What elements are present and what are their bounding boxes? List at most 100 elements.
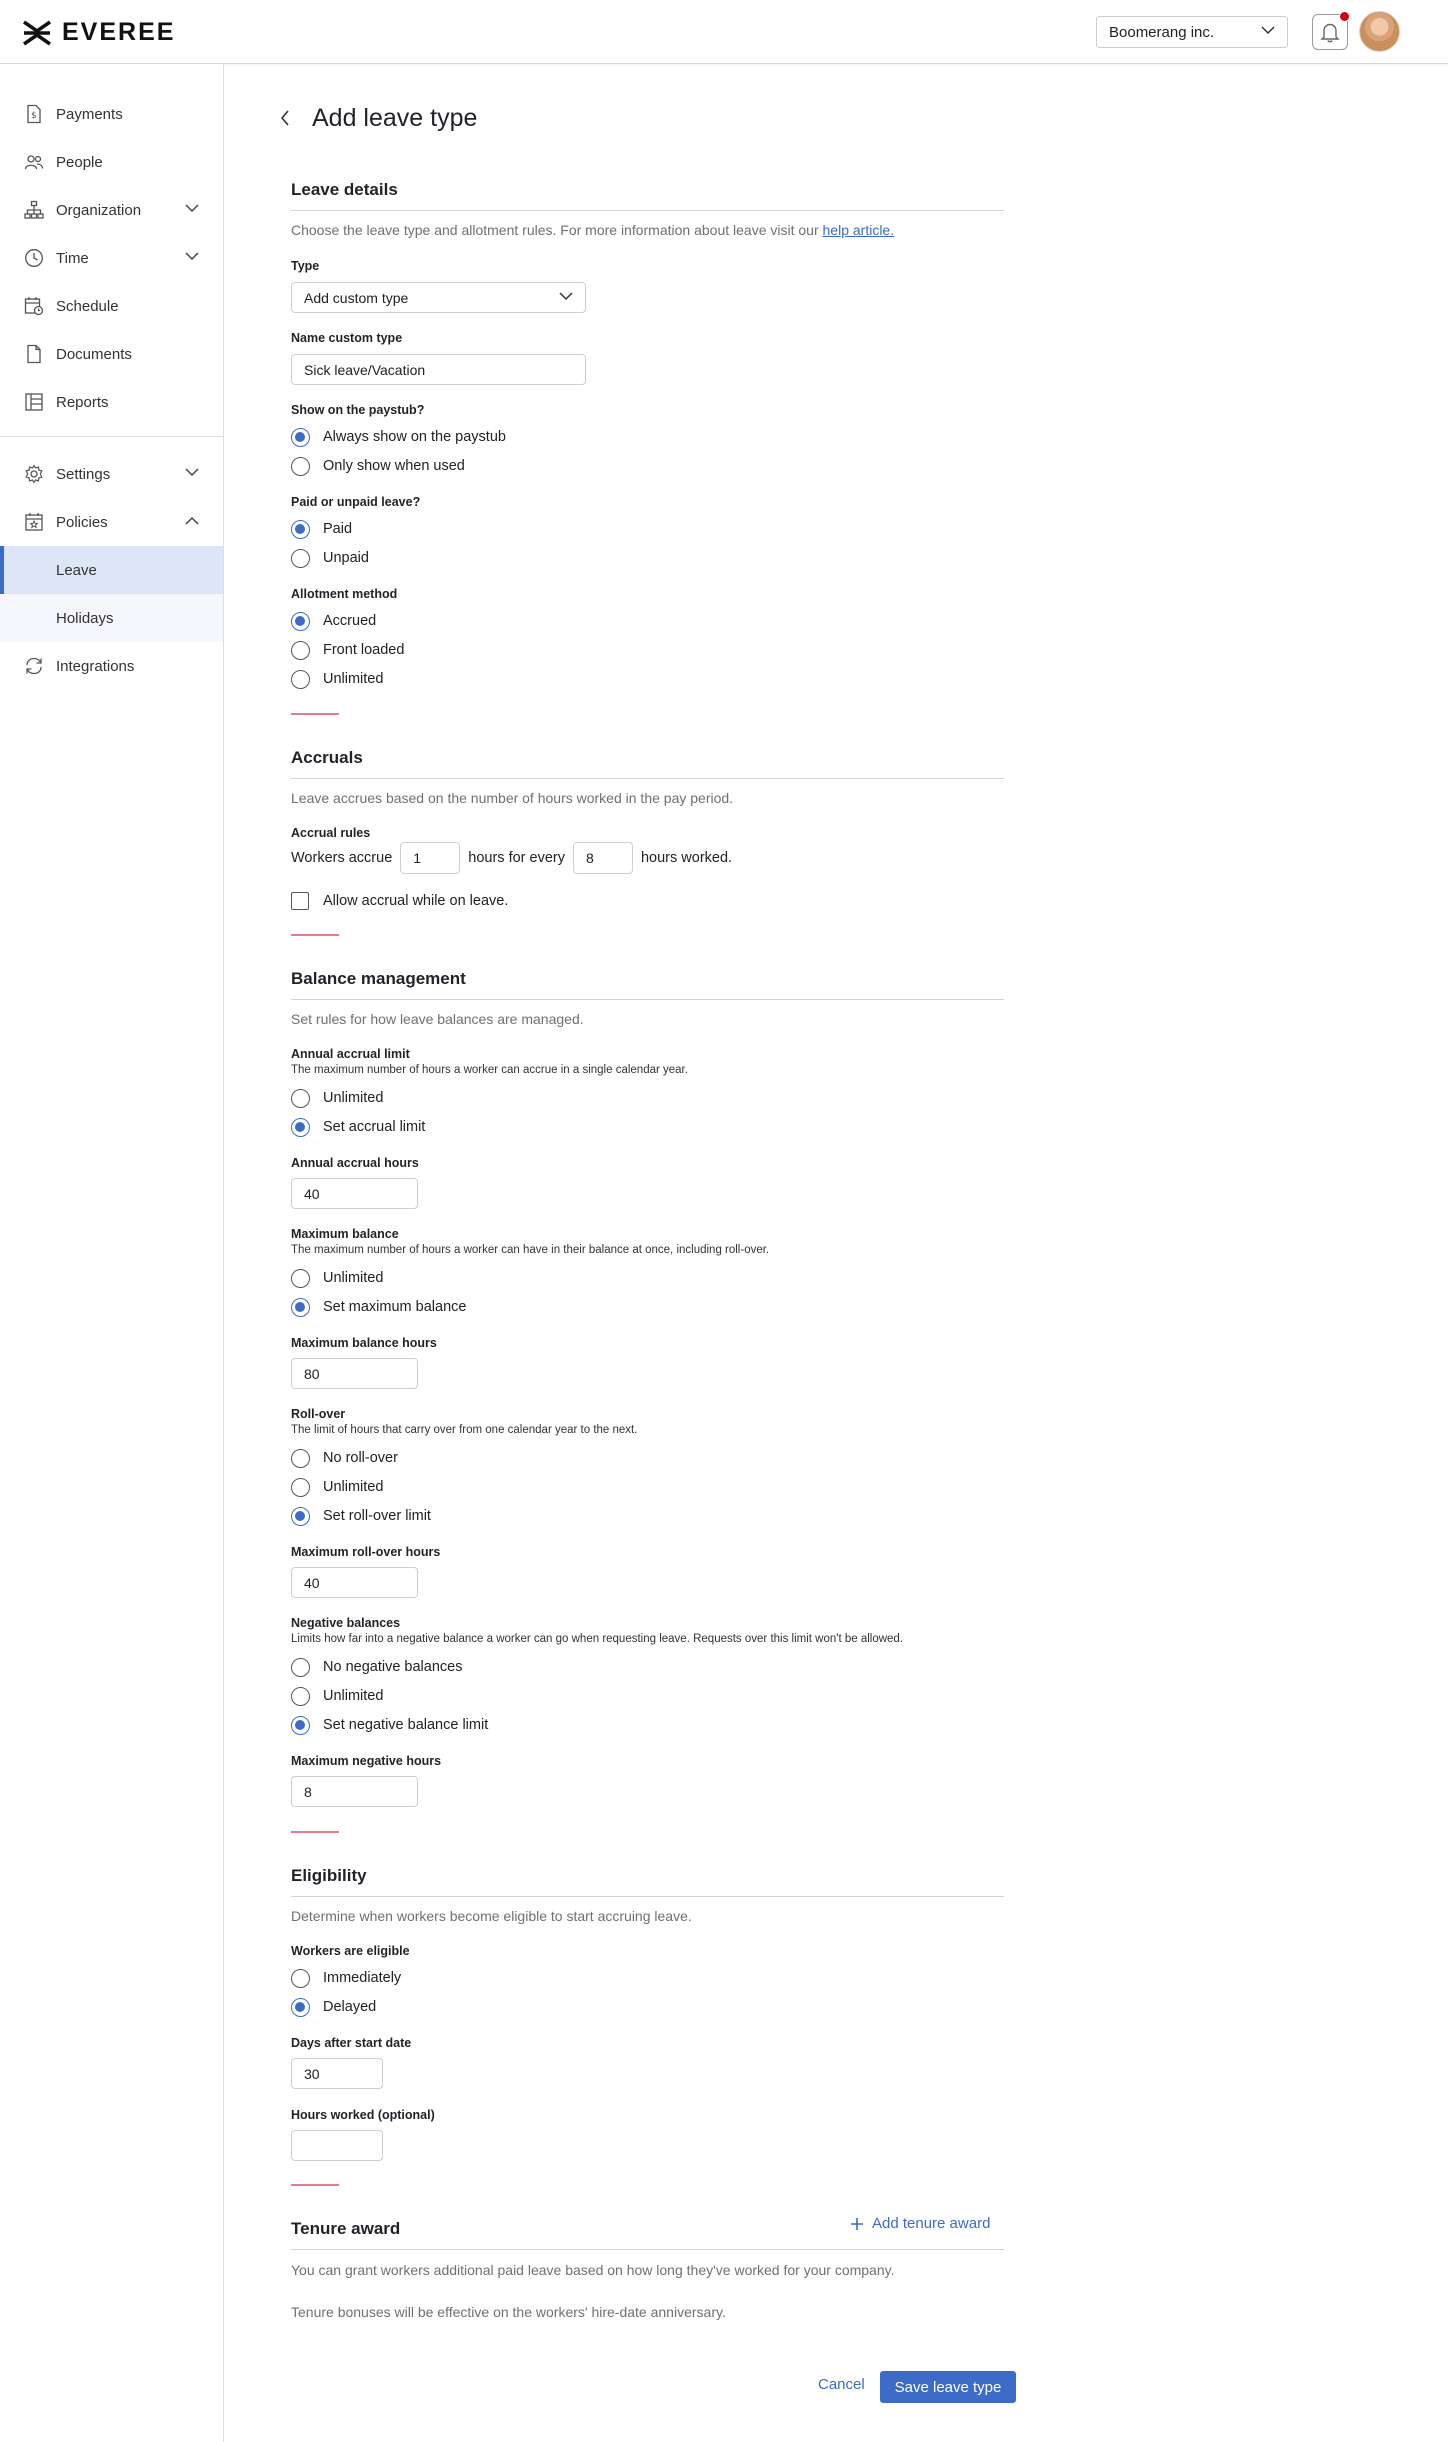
radio-unselected[interactable] [291,1088,310,1108]
radio-only-when-used[interactable]: Only show when used [291,455,465,477]
max-balance-hint: The maximum number of hours a worker can… [291,1244,770,1256]
radio-unselected[interactable] [291,640,310,660]
hours-worked-input[interactable] [291,2130,383,2161]
cancel-button[interactable]: Cancel [818,2376,865,2393]
radio-unpaid[interactable]: Unpaid [291,547,369,569]
save-leave-type-button[interactable]: Save leave type [880,2371,1016,2403]
radio-unselected[interactable] [291,1477,310,1497]
radio-unselected[interactable] [291,669,310,689]
radio-unselected[interactable] [291,1968,310,1988]
radio-set-negative-limit[interactable]: Set negative balance limit [291,1714,488,1736]
radio-set-accrual-limit[interactable]: Set accrual limit [291,1116,425,1138]
radio-no-negative[interactable]: No negative balances [291,1656,462,1678]
accrual-rules-label: Accrual rules [291,826,371,840]
sidebar-subitem-label: Leave [56,561,97,579]
radio-negative-unlimited[interactable]: Unlimited [291,1685,383,1707]
radio-selected[interactable] [291,519,310,539]
radio-unselected[interactable] [291,1448,310,1468]
name-custom-type-input[interactable]: Sick leave/Vacation [291,354,586,385]
radio-accrued[interactable]: Accrued [291,610,376,632]
sync-icon [26,657,42,675]
sidebar-item-people[interactable]: People [0,138,223,186]
calendar-star-icon [25,513,43,531]
accrue-hours-input[interactable]: 1 [400,842,461,874]
balance-title: Balance management [291,969,466,988]
sidebar-item-label: Organization [56,201,142,219]
radio-label: Delayed [323,1999,377,2015]
radio-no-rollover[interactable]: No roll-over [291,1447,398,1469]
radio-always-show[interactable]: Always show on the paystub [291,426,506,448]
sidebar-divider [0,436,223,437]
radio-paid[interactable]: Paid [291,518,352,540]
add-tenure-award-label: Add tenure award [872,2215,991,2232]
org-chart-icon [24,200,44,219]
annual-hours-label: Annual accrual hours [291,1156,419,1170]
section-rule [291,778,1004,779]
sidebar-item-integrations[interactable]: Integrations [0,642,223,690]
every-hours-input[interactable]: 8 [572,842,633,874]
add-tenure-award-button[interactable]: Add tenure award [850,2215,990,2232]
sidebar-subitem-leave[interactable]: Leave [0,546,223,594]
radio-delayed[interactable]: Delayed [291,1996,376,2018]
radio-label: Unlimited [323,671,384,687]
tenure-desc-2: Tenure bonuses will be effective on the … [291,2304,726,2320]
accrual-text: Workers accrue [291,850,393,866]
notification-badge [1339,11,1350,22]
radio-set-max-balance[interactable]: Set maximum balance [291,1296,466,1318]
max-balance-hours-input[interactable]: 80 [291,1358,418,1389]
radio-unlimited[interactable]: Unlimited [291,668,383,690]
radio-selected[interactable] [291,611,310,631]
radio-unselected[interactable] [291,1686,310,1706]
back-arrow-icon[interactable] [280,110,290,126]
everee-logo[interactable]: EVEREE [22,18,175,47]
radio-unselected[interactable] [291,548,310,568]
sidebar-item-reports[interactable]: Reports [0,378,223,426]
negative-hours-input[interactable]: 8 [291,1776,418,1807]
rollover-hours-input[interactable]: 40 [291,1567,418,1598]
radio-set-rollover-limit[interactable]: Set roll-over limit [291,1505,431,1527]
leave-details-title: Leave details [291,180,398,199]
radio-selected[interactable] [291,1997,310,2017]
annual-hours-input[interactable]: 40 [291,1178,418,1209]
top-bar: EVEREE Boomerang inc. [0,0,1448,64]
radio-unselected[interactable] [291,456,310,476]
table-icon [25,393,43,411]
annual-limit-label: Annual accrual limit [291,1047,410,1061]
sidebar-subitem-holidays[interactable]: Holidays [0,594,223,642]
allow-accrual-checkbox[interactable]: Allow accrual while on leave. [291,890,508,912]
sidebar-item-policies[interactable]: Policies [0,498,223,546]
sidebar-item-payments[interactable]: $ Payments [0,90,223,138]
negative-hint: Limits how far into a negative balance a… [291,1633,904,1645]
radio-selected[interactable] [291,1715,310,1735]
radio-selected[interactable] [291,1297,310,1317]
section-rule [291,210,1004,211]
sidebar-item-label: Integrations [56,657,135,675]
radio-immediately[interactable]: Immediately [291,1967,401,1989]
radio-label: Always show on the paystub [323,429,506,445]
checkbox-unchecked[interactable] [291,892,309,910]
radio-front-loaded[interactable]: Front loaded [291,639,404,661]
sidebar-item-settings[interactable]: Settings [0,450,223,498]
radio-rollover-unlimited[interactable]: Unlimited [291,1476,383,1498]
type-select[interactable]: Add custom type [291,282,586,313]
section-rule [291,2249,1004,2250]
sidebar-item-label: Reports [56,393,109,411]
radio-annual-unlimited[interactable]: Unlimited [291,1087,383,1109]
type-label: Type [291,259,320,273]
accrual-text: hours worked. [640,850,733,866]
radio-selected[interactable] [291,1117,310,1137]
radio-selected[interactable] [291,1506,310,1526]
leave-details-desc: Choose the leave type and allotment rule… [291,222,895,238]
sidebar-item-schedule[interactable]: Schedule [0,282,223,330]
radio-max-unlimited[interactable]: Unlimited [291,1267,383,1289]
company-select[interactable]: Boomerang inc. [1096,16,1288,48]
sidebar-item-organization[interactable]: Organization [0,186,223,234]
radio-unselected[interactable] [291,1657,310,1677]
help-article-link[interactable]: help article. [823,222,895,238]
days-after-start-input[interactable]: 30 [291,2058,383,2089]
sidebar-item-time[interactable]: Time [0,234,223,282]
radio-selected[interactable] [291,427,310,447]
radio-unselected[interactable] [291,1268,310,1288]
sidebar-item-documents[interactable]: Documents [0,330,223,378]
avatar[interactable] [1359,11,1400,52]
